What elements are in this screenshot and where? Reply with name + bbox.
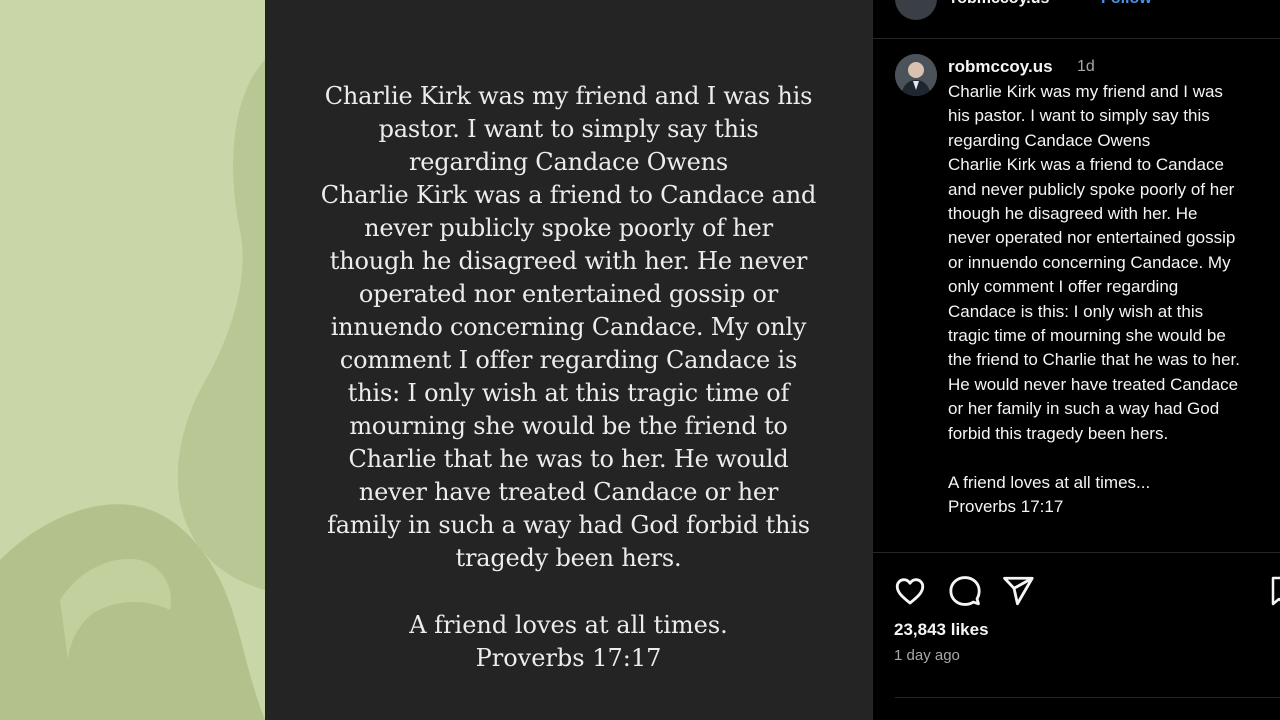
- caption-text: Charlie Kirk was my friend and I was his…: [948, 82, 1241, 516]
- divider: [873, 552, 1280, 553]
- post-image-text: Charlie Kirk was my friend and I was his…: [320, 82, 817, 572]
- heart-icon[interactable]: [893, 574, 927, 608]
- decorative-silhouette: [0, 60, 265, 720]
- caption-avatar[interactable]: [895, 54, 937, 96]
- avatar[interactable]: [895, 0, 937, 20]
- caption-timestamp: 1d: [1077, 58, 1095, 75]
- likes-count[interactable]: 23,843 likes: [894, 620, 989, 640]
- post-image[interactable]: Charlie Kirk was my friend and I was his…: [265, 0, 872, 720]
- share-icon[interactable]: [1001, 574, 1035, 608]
- bookmark-icon[interactable]: [1271, 574, 1280, 608]
- decorative-background: [0, 0, 265, 720]
- post-header: robmccoy.us • Follow: [873, 0, 1280, 39]
- header-username[interactable]: robmccoy.us: [951, 0, 1049, 8]
- comment-icon[interactable]: [948, 574, 982, 608]
- caption-username[interactable]: robmccoy.us: [948, 57, 1053, 77]
- post-side-panel: robmccoy.us • Follow robmccoy.us 1d Char…: [872, 0, 1280, 720]
- post-timestamp: 1 day ago: [894, 647, 960, 664]
- divider: [895, 697, 1280, 698]
- person-avatar-icon: [895, 54, 937, 96]
- follow-button[interactable]: • Follow: [1091, 0, 1152, 8]
- post-image-footer: A friend loves at all times. Proverbs 17…: [409, 611, 728, 672]
